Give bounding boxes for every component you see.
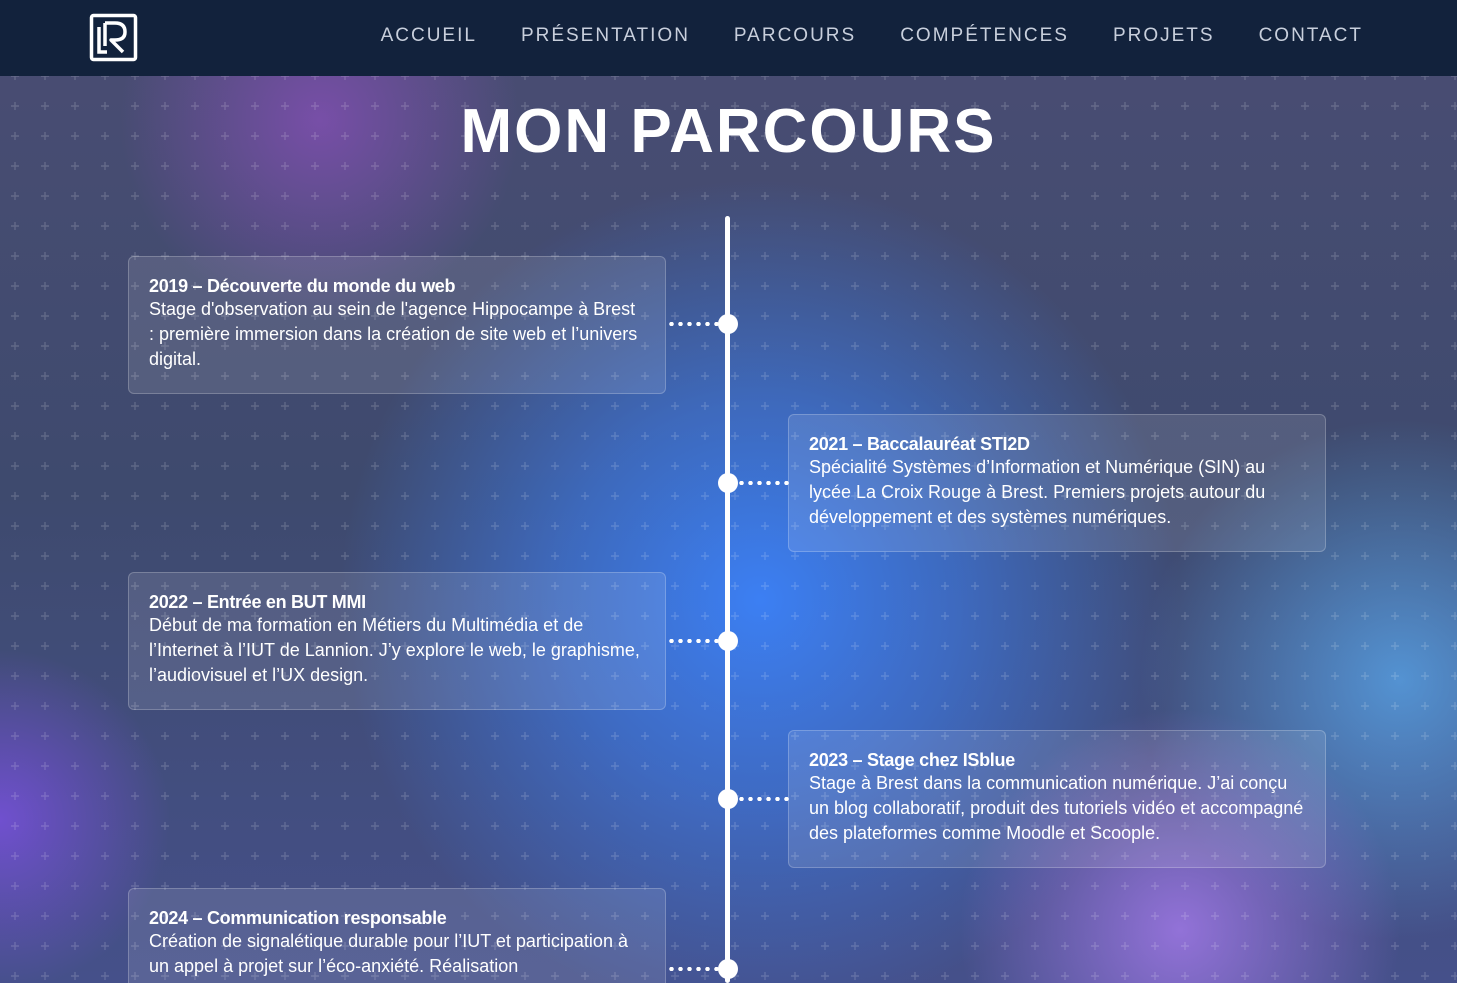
timeline-card-text: Création de signalétique durable pour l’… (149, 931, 628, 976)
timeline-dot (718, 959, 738, 979)
timeline-card: 2019 – Découverte du monde du web Stage … (128, 256, 666, 394)
nav-projets[interactable]: PROJETS (1113, 24, 1215, 48)
timeline-dot (718, 473, 738, 493)
timeline-card-text: Stage à Brest dans la communication numé… (809, 773, 1304, 843)
logo-icon[interactable] (89, 13, 138, 62)
timeline-card-text: Stage d'observation au sein de l'agence … (149, 299, 638, 369)
navbar: ACCUEIL PRÉSENTATION PARCOURS COMPÉTENCE… (0, 0, 1457, 76)
timeline-dot (718, 631, 738, 651)
timeline-card-text: Début de ma formation en Métiers du Mult… (149, 615, 640, 685)
timeline-card-title: 2024 – Communication responsable (149, 908, 447, 928)
timeline-connector (737, 797, 789, 801)
timeline-card: 2021 – Baccalauréat STI2D Spécialité Sys… (788, 414, 1326, 552)
timeline-dot (718, 314, 738, 334)
nav-presentation[interactable]: PRÉSENTATION (521, 24, 690, 48)
nav-contact[interactable]: CONTACT (1259, 24, 1363, 48)
timeline-card-title: 2019 – Découverte du monde du web (149, 276, 456, 296)
timeline-card: 2024 – Communication responsable Créatio… (128, 888, 666, 983)
timeline-card-title: 2023 – Stage chez ISblue (809, 750, 1015, 770)
timeline-connector (667, 639, 719, 643)
nav-accueil[interactable]: ACCUEIL (381, 24, 477, 48)
timeline-card-title: 2022 – Entrée en BUT MMI (149, 592, 366, 612)
timeline-card-title: 2021 – Baccalauréat STI2D (809, 434, 1030, 454)
timeline-dot (718, 789, 738, 809)
timeline-card: 2023 – Stage chez ISblue Stage à Brest d… (788, 730, 1326, 868)
timeline-card-text: Spécialité Systèmes d’Information et Num… (809, 457, 1266, 527)
timeline-connector (737, 481, 789, 485)
timeline-connector (667, 967, 719, 971)
main-nav: ACCUEIL PRÉSENTATION PARCOURS COMPÉTENCE… (337, 24, 1363, 48)
nav-competences[interactable]: COMPÉTENCES (900, 24, 1069, 48)
page-title: MON PARCOURS (460, 97, 997, 166)
timeline-connector (667, 322, 719, 326)
nav-parcours[interactable]: PARCOURS (734, 24, 856, 48)
timeline-card: 2022 – Entrée en BUT MMI Début de ma for… (128, 572, 666, 710)
